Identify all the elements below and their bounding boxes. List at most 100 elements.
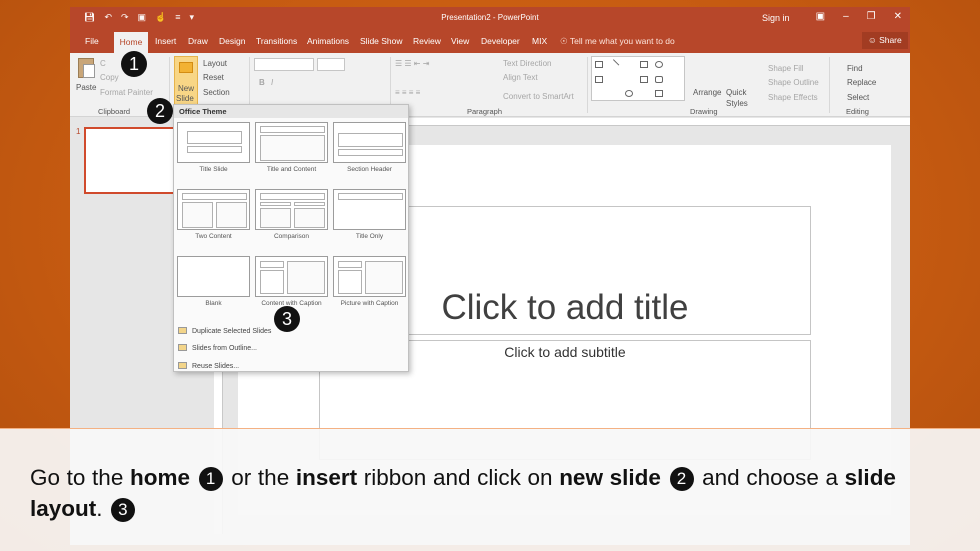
minimize-icon[interactable]: –: [843, 11, 849, 22]
sign-in-link[interactable]: Sign in: [762, 13, 790, 23]
paste-icon[interactable]: [78, 58, 95, 78]
tell-me-text: Tell me what you want to do: [569, 36, 675, 46]
tab-design[interactable]: Design: [219, 36, 245, 46]
shape-fill-button[interactable]: Shape Fill: [768, 64, 804, 73]
new-slide-button[interactable]: New Slide: [174, 56, 198, 106]
tab-slide-show[interactable]: Slide Show: [360, 36, 403, 46]
rectangle-shape-icon[interactable]: [640, 61, 648, 68]
layout-thumbnail: [177, 189, 250, 230]
layout-two-content[interactable]: Two Content: [177, 189, 250, 240]
select-button[interactable]: Select: [847, 93, 869, 102]
rectangle-shape-icon[interactable]: [595, 61, 603, 68]
paragraph-group-label: Paragraph: [467, 107, 503, 116]
section-button[interactable]: Section: [203, 88, 230, 97]
ribbon-display-icon[interactable]: ▣: [816, 11, 825, 22]
shapes-gallery[interactable]: [591, 56, 685, 101]
tab-insert[interactable]: Insert: [155, 36, 176, 46]
layout-name: Title Only: [355, 233, 384, 240]
new-slide-icon: [179, 62, 193, 73]
group-divider: [829, 57, 830, 113]
close-icon[interactable]: ✕: [894, 11, 902, 22]
caption-badge-2: 2: [669, 467, 694, 491]
curve-shape-icon[interactable]: [625, 90, 633, 97]
rectangle-shape-icon[interactable]: [640, 76, 648, 83]
font-size-field[interactable]: [317, 58, 345, 71]
caption-text: ribbon and click on: [357, 465, 560, 490]
slides-from-outline-item[interactable]: Slides from Outline...: [178, 344, 257, 352]
layout-button[interactable]: Layout: [203, 59, 227, 68]
layout-picture-with-caption[interactable]: Picture with Caption: [333, 256, 406, 307]
format-painter-button[interactable]: Format Painter: [100, 88, 153, 97]
find-button[interactable]: Find: [847, 64, 863, 73]
instruction-text: Go to the home 1 or the insert ribbon an…: [30, 462, 896, 524]
instruction-panel: Go to the home 1 or the insert ribbon an…: [0, 428, 980, 551]
ribbon-tabs: File Home Insert Draw Design Transitions…: [70, 29, 910, 53]
layout-thumbnail: [255, 189, 328, 230]
layout-title-slide[interactable]: Title Slide: [177, 122, 250, 173]
caption-badge-1: 1: [198, 467, 223, 491]
bold-button[interactable]: B: [259, 78, 265, 87]
caption-text: and choose a: [695, 465, 845, 490]
align-left-icon[interactable]: ≡ ≡ ≡ ≡: [395, 88, 420, 97]
layout-comparison[interactable]: Comparison: [255, 189, 328, 240]
tab-file[interactable]: File: [85, 36, 99, 46]
font-name-field[interactable]: [254, 58, 314, 71]
italic-button[interactable]: I: [271, 78, 273, 87]
layout-thumbnail: [177, 122, 250, 163]
tab-draw[interactable]: Draw: [188, 36, 208, 46]
caption-new-slide: new slide: [559, 465, 661, 490]
tell-me-search[interactable]: ☉ Tell me what you want to do: [560, 36, 675, 47]
caption-text: .: [96, 496, 103, 521]
step-badge-2: 2: [147, 98, 173, 124]
arrange-button[interactable]: Arrange: [693, 88, 721, 97]
layout-name: Comparison: [273, 233, 310, 240]
slide-thumbnail[interactable]: [84, 127, 176, 194]
quick-styles-label-2: Styles: [726, 99, 748, 108]
line-shape-icon[interactable]: [608, 59, 620, 70]
reuse-slides-item[interactable]: Reuse Slides...: [178, 362, 239, 370]
rounded-rect-shape-icon[interactable]: [655, 76, 663, 83]
dropdown-header: Office Theme: [174, 105, 408, 118]
layout-thumbnail: [333, 189, 406, 230]
bullets-icon[interactable]: ☰ ☰ ⇤ ⇥: [395, 59, 429, 68]
tab-transitions[interactable]: Transitions: [256, 36, 297, 46]
caption-home: home: [129, 465, 190, 490]
duplicate-selected-slides-item[interactable]: Duplicate Selected Slides: [178, 327, 271, 335]
quick-styles-button[interactable]: Quick: [726, 88, 746, 97]
tab-mix[interactable]: MIX: [532, 36, 547, 46]
replace-button[interactable]: Replace: [847, 78, 876, 87]
layout-name: Title Slide: [199, 166, 228, 173]
paste-label[interactable]: Paste: [76, 83, 96, 92]
drawing-group-label: Drawing: [690, 107, 718, 116]
layout-name: Picture with Caption: [340, 300, 399, 307]
title-bar: 💾︎ ↶ ↷ ▣ ☝ ≡ ▾ Presentation2 - PowerPoin…: [70, 7, 910, 29]
layout-title-and-content[interactable]: Title and Content: [255, 122, 328, 173]
tab-review[interactable]: Review: [413, 36, 441, 46]
oval-shape-icon[interactable]: [655, 61, 663, 68]
reset-button[interactable]: Reset: [203, 73, 224, 82]
cut-button[interactable]: C: [100, 59, 106, 68]
star-shape-icon[interactable]: [655, 90, 663, 97]
layout-blank[interactable]: Blank: [177, 256, 250, 307]
shape-outline-button[interactable]: Shape Outline: [768, 78, 819, 87]
align-text-button[interactable]: Align Text: [503, 73, 538, 82]
convert-to-smartart-button[interactable]: Convert to SmartArt: [503, 92, 574, 101]
restore-icon[interactable]: ❐: [867, 11, 876, 22]
layout-section-header[interactable]: Section Header: [333, 122, 406, 173]
layout-content-with-caption[interactable]: Content with Caption: [255, 256, 328, 307]
new-slide-label: New: [178, 84, 195, 93]
reuse-icon: [178, 362, 187, 369]
text-direction-button[interactable]: Text Direction: [503, 59, 551, 68]
shape-effects-button[interactable]: Shape Effects: [768, 93, 818, 102]
tab-view[interactable]: View: [451, 36, 469, 46]
tab-animations[interactable]: Animations: [307, 36, 349, 46]
group-divider: [587, 57, 588, 113]
tab-home[interactable]: Home: [114, 32, 148, 53]
copy-button[interactable]: Copy: [100, 73, 119, 82]
share-button[interactable]: ☺ Share: [862, 32, 908, 49]
triangle-shape-icon[interactable]: [595, 76, 603, 83]
tab-developer[interactable]: Developer: [481, 36, 520, 46]
layout-title-only[interactable]: Title Only: [333, 189, 406, 240]
slide-number: 1: [76, 127, 81, 136]
layout-thumbnail: [177, 256, 250, 297]
